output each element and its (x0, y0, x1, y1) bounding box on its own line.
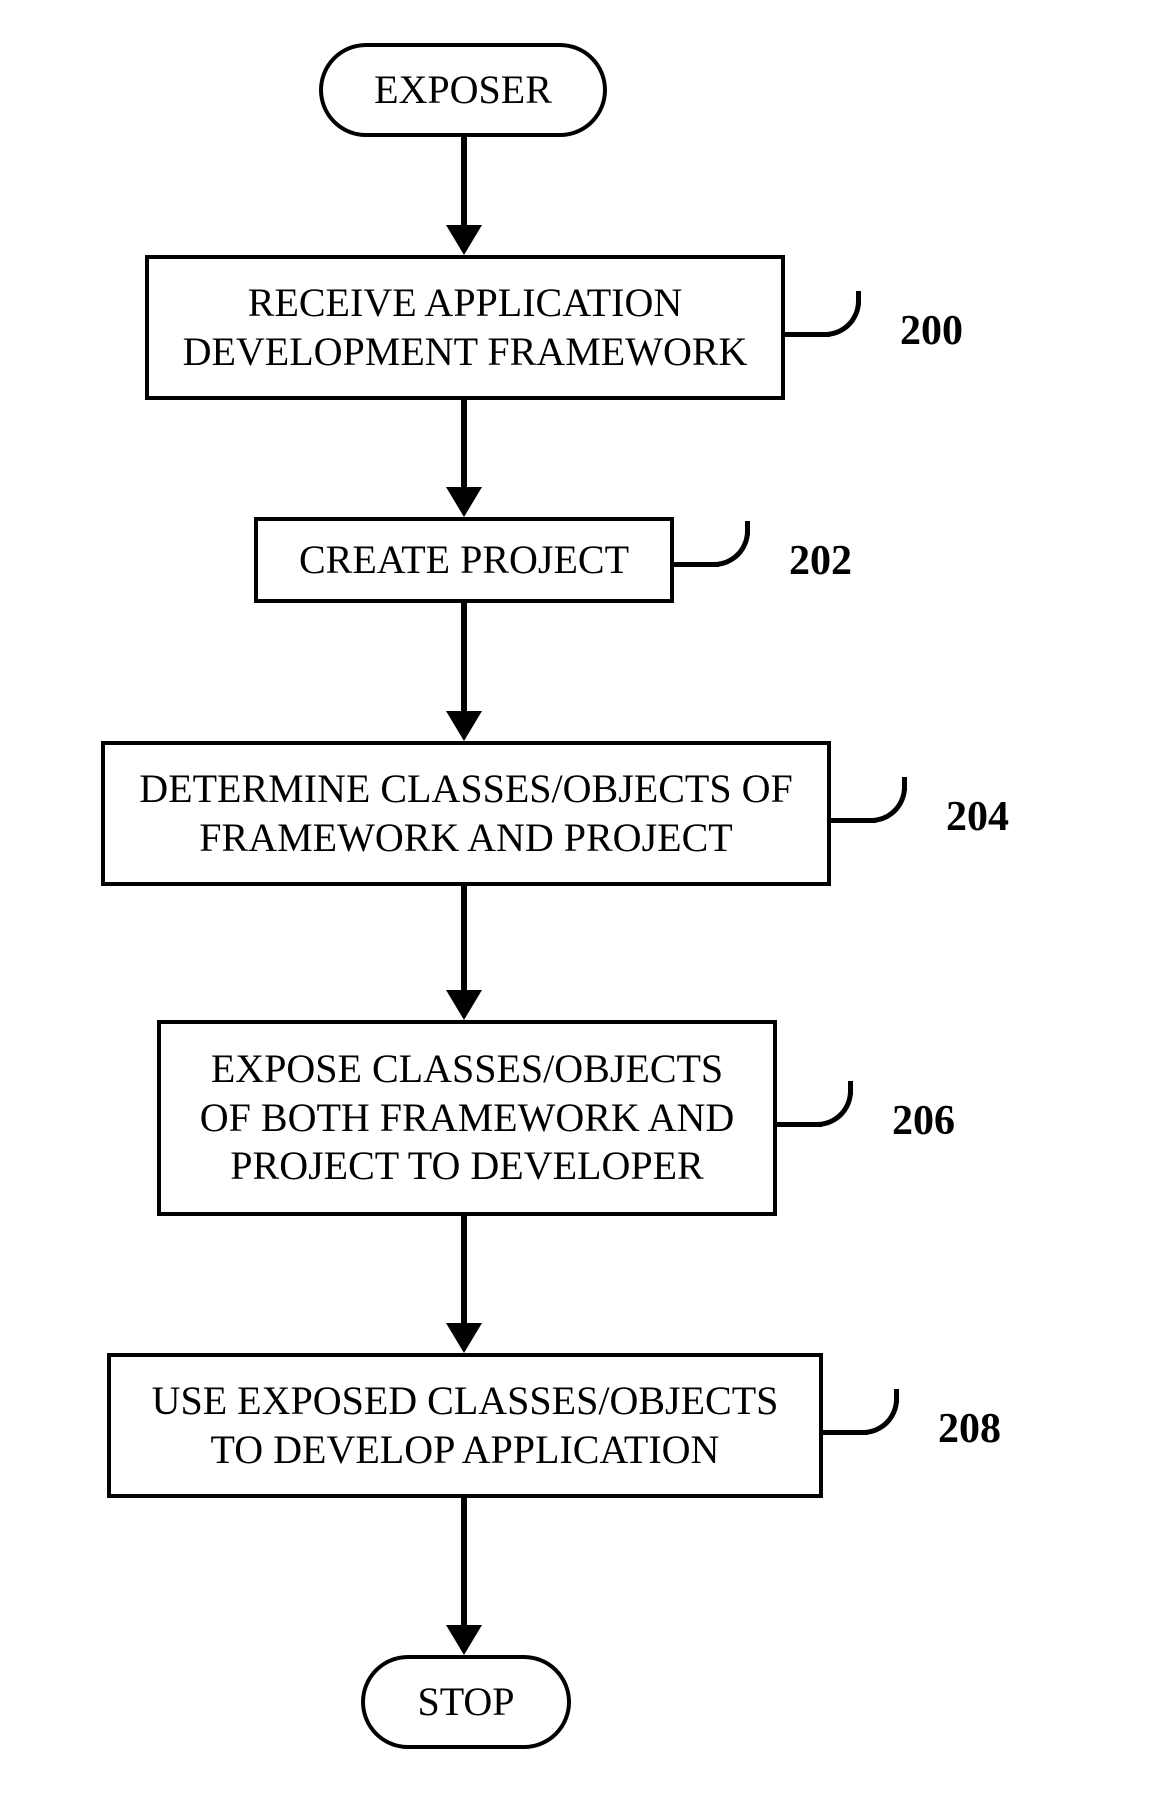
stop-terminator: STOP (361, 1655, 571, 1749)
process-200-line1: RECEIVE APPLICATION (248, 280, 682, 325)
callout-208-h (823, 1430, 868, 1435)
process-208: USE EXPOSED CLASSES/OBJECTS TO DEVELOP A… (107, 1353, 823, 1498)
callout-204-h (831, 818, 876, 823)
callout-202-curve (714, 531, 750, 567)
ref-206: 206 (892, 1097, 955, 1145)
callout-206-curve (817, 1091, 853, 1127)
process-206-line2: OF BOTH FRAMEWORK AND (200, 1095, 735, 1140)
stop-label: STOP (417, 1678, 514, 1727)
arrow-204-206-line (461, 886, 467, 993)
arrow-200-202-line (461, 400, 467, 490)
process-202-line1: CREATE PROJECT (299, 536, 629, 585)
ref-200: 200 (900, 307, 963, 355)
arrow-206-208-head (446, 1323, 482, 1353)
callout-202-h (674, 562, 719, 567)
arrow-start-200-head (446, 225, 482, 255)
process-206-line1: EXPOSE CLASSES/OBJECTS (211, 1046, 723, 1091)
callout-208-curve (863, 1399, 899, 1435)
ref-202: 202 (789, 537, 852, 585)
process-206-line3: PROJECT TO DEVELOPER (230, 1143, 703, 1188)
callout-202-cap (745, 521, 750, 535)
start-terminator: EXPOSER (319, 43, 607, 137)
callout-200-h (785, 332, 830, 337)
process-204-line2: FRAMEWORK AND PROJECT (199, 815, 732, 860)
process-202: CREATE PROJECT (254, 517, 674, 603)
arrow-202-204-head (446, 711, 482, 741)
ref-204: 204 (946, 793, 1009, 841)
process-208-line1: USE EXPOSED CLASSES/OBJECTS (152, 1378, 779, 1423)
arrow-206-208-line (461, 1216, 467, 1326)
arrow-start-200-line (461, 137, 467, 228)
callout-204-curve (871, 787, 907, 823)
process-200: RECEIVE APPLICATION DEVELOPMENT FRAMEWOR… (145, 255, 785, 400)
callout-206-cap (848, 1081, 853, 1095)
process-208-line2: TO DEVELOP APPLICATION (211, 1427, 720, 1472)
callout-200-cap (856, 291, 861, 305)
callout-206-h (777, 1122, 822, 1127)
process-204: DETERMINE CLASSES/OBJECTS OF FRAMEWORK A… (101, 741, 831, 886)
callout-204-cap (902, 777, 907, 791)
arrow-200-202-head (446, 487, 482, 517)
arrow-208-stop-head (446, 1625, 482, 1655)
callout-208-cap (894, 1389, 899, 1403)
arrow-204-206-head (446, 990, 482, 1020)
start-label: EXPOSER (374, 66, 552, 115)
process-206: EXPOSE CLASSES/OBJECTS OF BOTH FRAMEWORK… (157, 1020, 777, 1216)
process-204-line1: DETERMINE CLASSES/OBJECTS OF (139, 766, 792, 811)
callout-200-curve (825, 301, 861, 337)
process-200-line2: DEVELOPMENT FRAMEWORK (183, 329, 748, 374)
arrow-208-stop-line (461, 1498, 467, 1628)
ref-208: 208 (938, 1405, 1001, 1453)
arrow-202-204-line (461, 603, 467, 714)
